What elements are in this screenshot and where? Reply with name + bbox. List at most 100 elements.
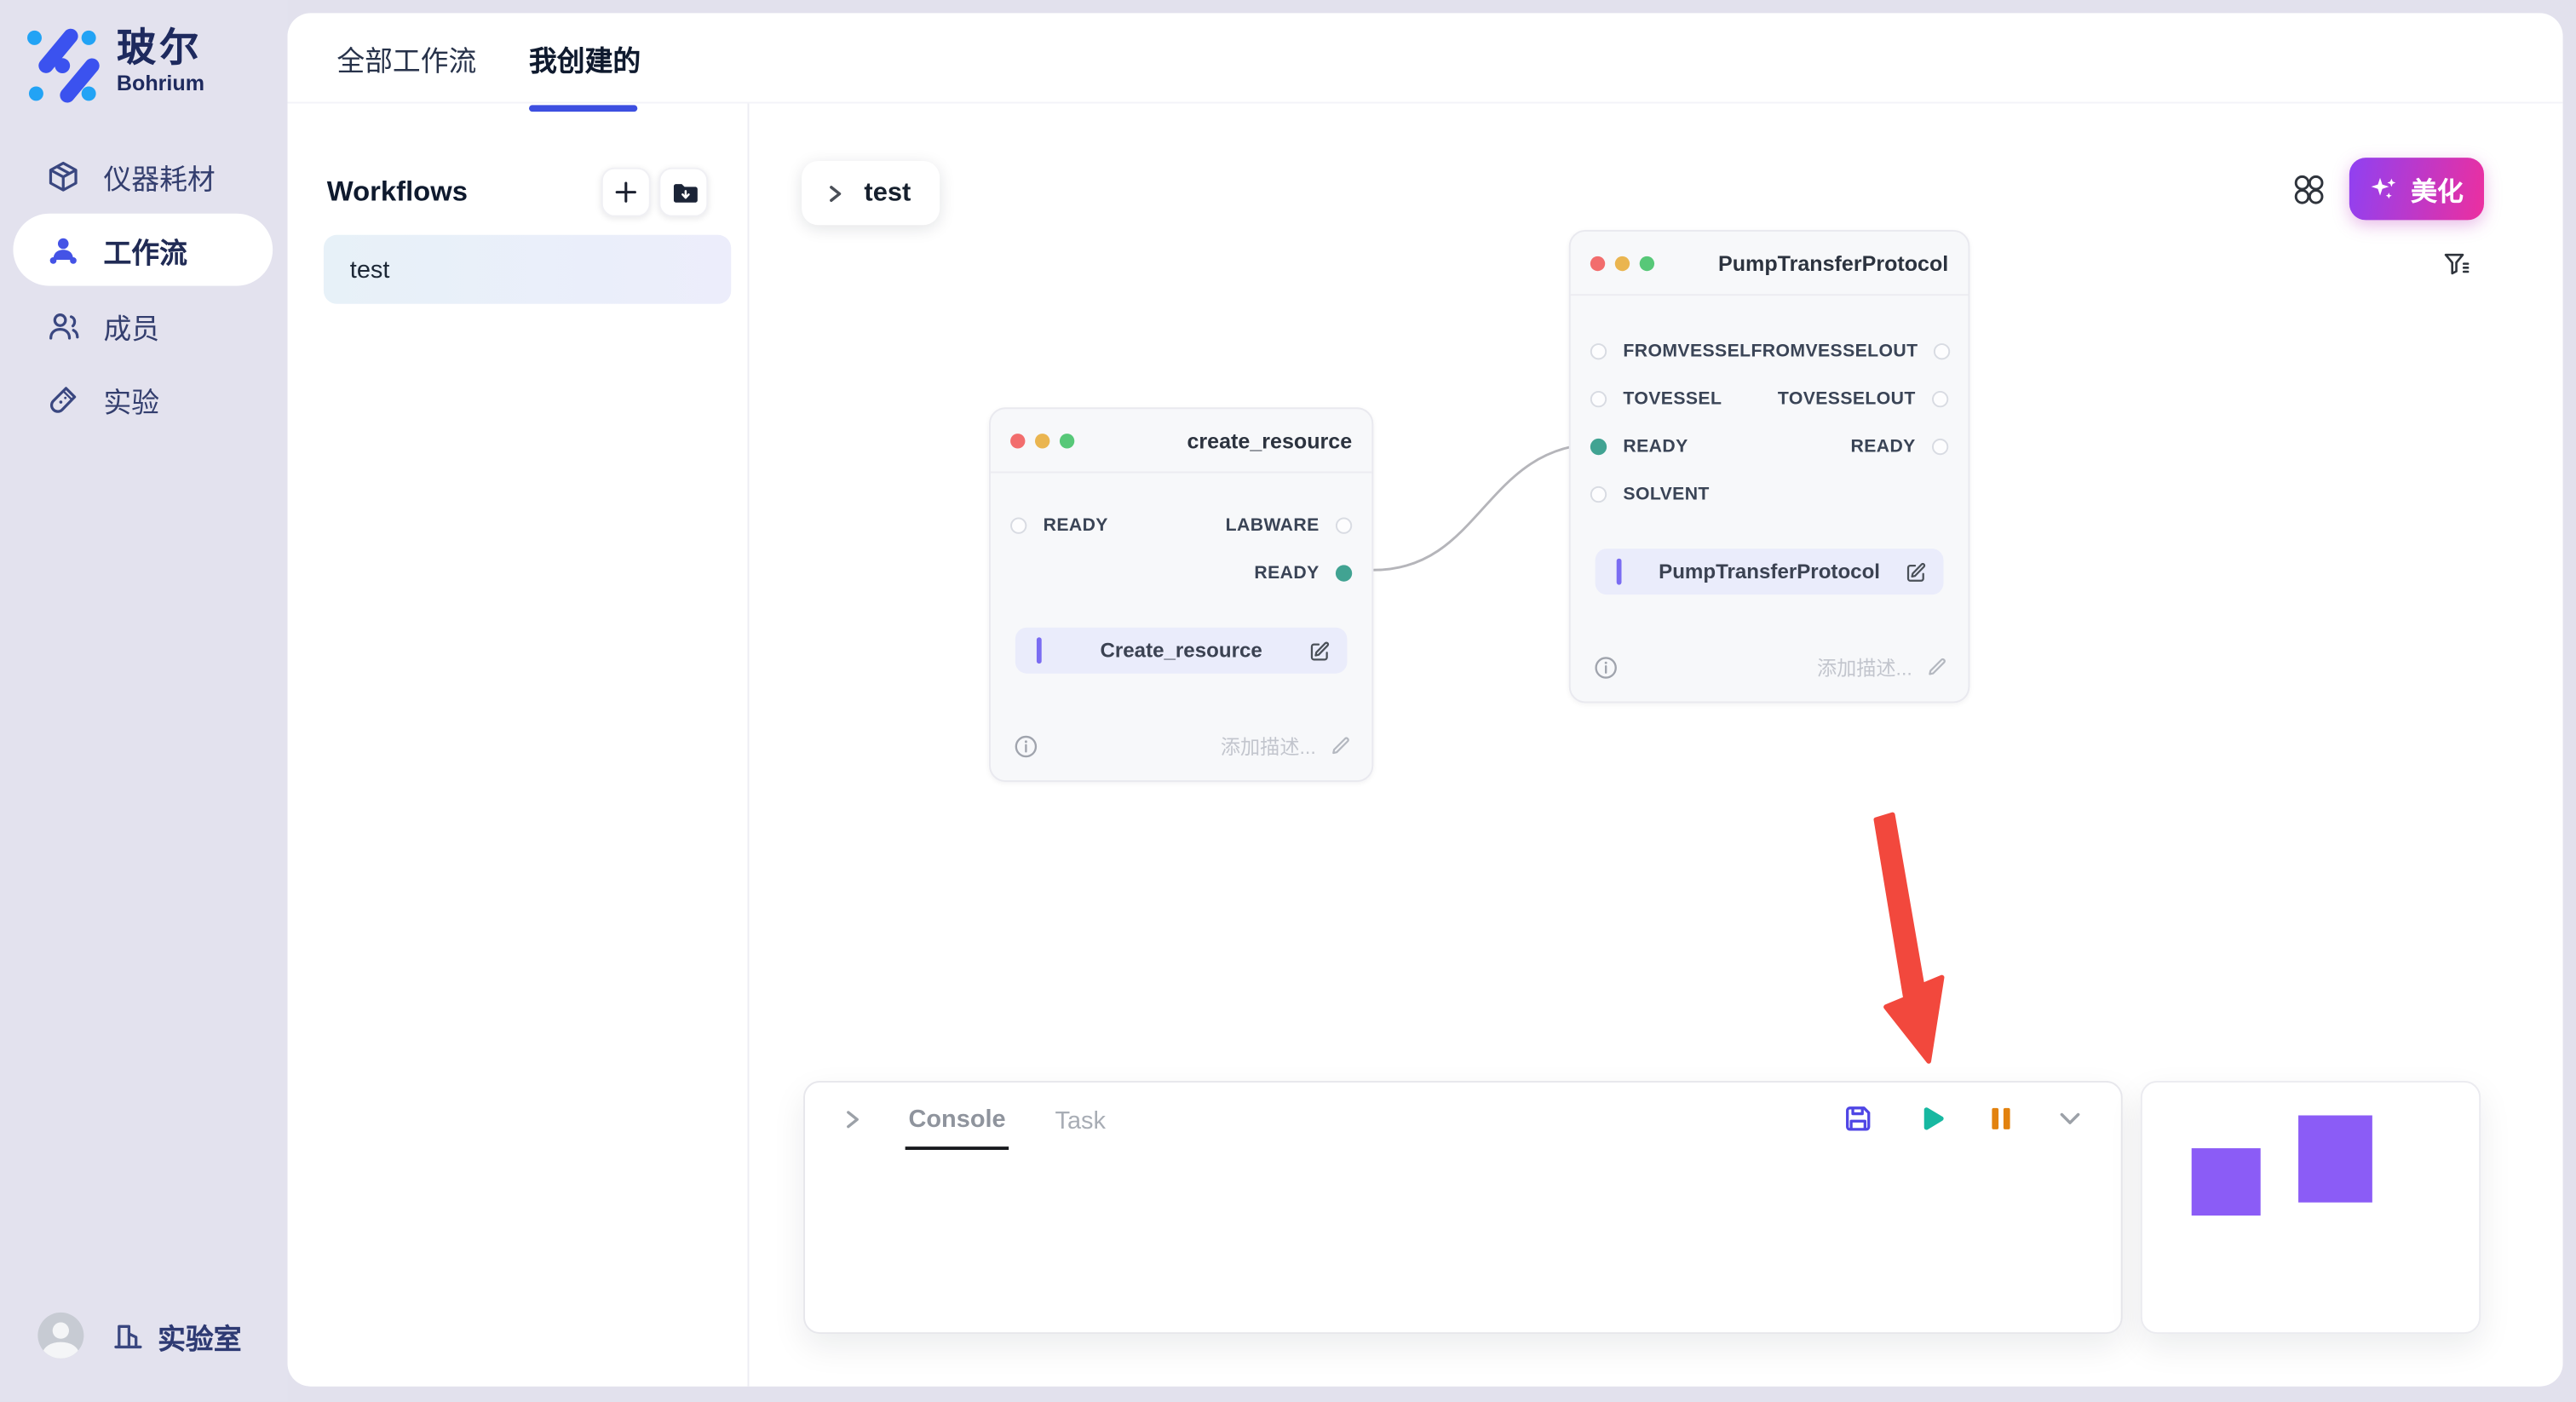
sidebar-item-consumables[interactable]: 仪器耗材 [13,140,273,212]
workflow-panel-title: Workflows [327,175,468,209]
workflow-tabs: 全部工作流 我创建的 [287,13,2562,103]
pill-accent-bar [1617,559,1622,585]
info-icon[interactable] [1594,655,1619,680]
port-handle[interactable] [1590,486,1607,502]
output-port-ready: READY [1254,563,1352,583]
pencil-icon [1925,655,1948,678]
task-tab[interactable]: Task [1052,1090,1109,1148]
node-action-pill[interactable]: Create_resource [1015,628,1348,674]
workflow-item-name: test [350,256,390,284]
edit-icon[interactable] [1308,638,1332,663]
breadcrumb-label: test [864,178,911,208]
sidebar-item-label: 工作流 [103,229,187,270]
console-tab[interactable]: Console [906,1089,1009,1149]
building-icon [112,1319,145,1353]
pencil-icon [1329,734,1352,757]
brand-name-zh: 玻尔 [117,28,204,71]
node-title: create_resource [1187,428,1352,452]
sidebar-footer: 实验室 [0,1302,287,1368]
sidebar-item-members[interactable]: 成员 [13,289,273,361]
beautify-button[interactable]: 美化 [2349,158,2484,220]
pause-icon[interactable] [1987,1104,2016,1134]
workflow-list-item-test[interactable]: test [324,235,731,304]
traffic-dots-icon [1590,256,1654,270]
node-footer: 添加描述... [1594,649,1949,685]
filter-icon[interactable] [2441,250,2471,279]
sidebar-item-label: 仪器耗材 [103,155,215,196]
app-root: 玻尔 Bohrium 仪器耗材 [0,0,2576,1401]
box-icon [46,158,80,192]
console-panel: Console Task [803,1081,2123,1334]
sidebar-item-label: 实验 [103,379,159,420]
port-row: FROMVESSEL FROMVESSELOUT [1571,327,1969,375]
input-port-fromvessel: FROMVESSEL [1590,341,1751,360]
sidebar-item-label: 成员 [103,305,159,346]
info-icon[interactable] [1014,733,1038,758]
port-row: TOVESSEL TOVESSELOUT [1571,375,1969,422]
output-port-labware: LABWARE [1226,515,1353,535]
port-handle[interactable] [1010,517,1026,533]
output-port-fromvesselout: FROMVESSELOUT [1751,341,1951,360]
port-row: SOLVENT [1571,470,1969,518]
tab-all-workflows[interactable]: 全部工作流 [336,37,476,78]
import-workflow-button[interactable] [658,168,708,217]
folder-down-icon [670,178,698,206]
members-icon [46,308,80,342]
brand-text: 玻尔 Bohrium [117,28,204,97]
output-port-tovesselout: TOVESSELOUT [1778,388,1948,408]
input-port-ready: READY [1010,515,1108,535]
lab-label: 实验室 [158,1315,241,1356]
sidebar: 玻尔 Bohrium 仪器耗材 [0,0,287,1401]
input-port-ready: READY [1590,436,1688,456]
brand[interactable]: 玻尔 Bohrium [25,28,204,104]
minimap-node [2298,1115,2372,1202]
node-pump-transfer-protocol[interactable]: PumpTransferProtocol FROMVESSEL FROMVESS… [1569,230,1970,703]
port-handle[interactable] [1935,342,1951,359]
edit-icon[interactable] [1904,560,1929,584]
apps-icon[interactable] [2293,174,2325,205]
collapse-chevron-down-icon[interactable] [2056,1104,2085,1134]
node-description[interactable]: 添加描述... [1817,653,1948,681]
input-port-solvent: SOLVENT [1590,484,1710,503]
lab-switcher[interactable]: 实验室 [112,1315,241,1356]
minimap[interactable] [2141,1081,2481,1334]
sidebar-item-experiments[interactable]: 实验 [13,363,273,435]
port-row: READY [991,549,1371,596]
sidebar-item-workflow[interactable]: 工作流 [13,214,273,286]
annotation-arrow [1849,785,1964,1072]
add-workflow-button[interactable] [601,168,651,217]
node-create-resource[interactable]: create_resource READY LABWARE [989,407,1373,782]
workflow-panel-header: Workflows [327,168,708,217]
node-description[interactable]: 添加描述... [1221,732,1352,760]
console-body [805,1155,2121,1332]
port-row: READY READY [1571,422,1969,470]
node-action-pill[interactable]: PumpTransferProtocol [1596,549,1944,595]
port-handle[interactable] [1932,438,1948,454]
save-icon[interactable] [1842,1102,1875,1135]
main-card: 全部工作流 我创建的 Workflows [287,13,2562,1386]
tab-my-created[interactable]: 我创建的 [529,37,641,78]
expand-chevron-icon[interactable] [841,1108,862,1129]
canvas-breadcrumb[interactable]: test [802,161,940,225]
panel-divider [747,103,749,1386]
avatar[interactable] [37,1313,83,1359]
plus-icon [612,179,639,205]
port-handle[interactable] [1590,342,1607,359]
sparkles-icon [2370,174,2400,204]
traffic-dots-icon [1010,433,1074,447]
port-handle[interactable] [1590,390,1607,406]
port-handle[interactable] [1336,564,1352,580]
port-handle[interactable] [1590,438,1607,454]
brand-name-en: Bohrium [117,71,204,97]
output-port-ready: READY [1851,436,1949,456]
run-icon[interactable] [1914,1102,1947,1135]
port-row: READY LABWARE [991,501,1371,549]
port-handle[interactable] [1932,390,1948,406]
port-handle[interactable] [1336,517,1352,533]
chevron-right-icon [825,183,844,203]
experiment-icon [46,382,80,416]
beautify-label: 美化 [2411,170,2464,209]
workflow-list-panel: Workflows [287,105,747,1386]
node-footer: 添加描述... [1014,727,1352,763]
minimap-node [2192,1148,2261,1215]
